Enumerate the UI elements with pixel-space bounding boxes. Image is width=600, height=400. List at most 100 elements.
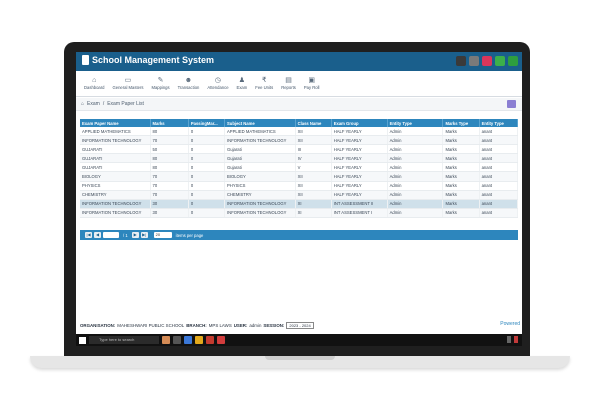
table-cell: HALF YEARLY <box>331 127 388 137</box>
table-cell: 80 <box>150 162 189 173</box>
windows-start-icon[interactable] <box>79 336 86 344</box>
column-header[interactable]: Marks Type <box>442 119 480 127</box>
table-cell: anant <box>479 135 519 146</box>
notification-icon[interactable] <box>456 56 466 66</box>
wrench-icon: ✎ <box>157 77 164 84</box>
taskbar-app-icon[interactable] <box>217 336 225 344</box>
taskbar-taskview-icon[interactable] <box>173 336 181 344</box>
table-cell: Marks <box>442 162 480 173</box>
toolbar-item-attendance[interactable]: ◷ Attendance <box>203 71 232 97</box>
user-value: admin <box>249 322 262 328</box>
tray-antivirus-icon[interactable] <box>514 336 518 343</box>
toolbar-item-label: Fee Units <box>255 85 274 90</box>
toolbar-item-pay-roll[interactable]: ▣ Pay Roll <box>300 71 324 97</box>
table-cell: XI <box>295 199 332 209</box>
main-toolbar: ⌂ Dashboard ▭ General Masters ✎ Mappings ☻ Tran… <box>76 71 522 97</box>
toolbar-item-label: General Masters <box>112 85 144 90</box>
app-header: School Management System <box>76 52 522 71</box>
table-cell: HALF YEARLY <box>331 190 388 200</box>
toolbar-item-reports[interactable]: ▤ Reports <box>277 71 300 97</box>
table-row[interactable]: INFORMATION TECHNOLOGY 30 0 INFORMATION TEC… <box>80 208 519 218</box>
breadcrumb: ⌂ Exam / Exam Paper List <box>81 101 144 107</box>
table-cell: 0 <box>188 153 226 164</box>
table-cell: 80 <box>150 127 189 137</box>
column-header[interactable]: Subject Name <box>224 119 296 127</box>
toolbar-item-transaction[interactable]: ☻ Transaction <box>174 71 204 97</box>
chat-icon[interactable] <box>495 56 505 66</box>
power-icon[interactable] <box>508 56 518 66</box>
table-cell: HALF YEARLY <box>331 171 388 182</box>
rupee-icon: ₹ <box>261 77 267 84</box>
table-cell: 70 <box>150 171 189 182</box>
page-number-input[interactable] <box>103 232 119 238</box>
column-header[interactable]: Exam Group <box>331 119 388 127</box>
breadcrumb-home[interactable]: Exam <box>87 101 100 107</box>
laptop-notch <box>265 356 335 360</box>
table-cell: XII <box>295 127 332 137</box>
taskbar-search[interactable]: Type here to search <box>89 336 159 344</box>
table-cell: 30 <box>150 199 189 209</box>
page-size-select[interactable]: 20 <box>153 232 172 238</box>
branch-label: BRANCH: <box>186 322 207 328</box>
taskbar-office-icon[interactable] <box>206 336 214 344</box>
taskbar-browser-icon[interactable] <box>184 336 192 344</box>
column-header[interactable]: PassingMar... <box>188 119 226 127</box>
table-row[interactable]: INFORMATION TECHNOLOGY 30 0 INFORMATION TEC… <box>80 199 519 209</box>
user-icon[interactable] <box>469 56 479 66</box>
column-header[interactable]: Entity Type <box>479 119 519 127</box>
taskbar-folder-icon[interactable] <box>195 336 203 344</box>
table-cell: Marks <box>442 208 480 218</box>
next-page-button[interactable]: ▶ <box>131 232 139 238</box>
toolbar-item-general-masters[interactable]: ▭ General Masters <box>109 71 148 97</box>
toolbar-item-fee-units[interactable]: ₹ Fee Units <box>251 71 277 97</box>
table-cell: Admin <box>387 153 444 164</box>
mail-icon[interactable] <box>482 56 492 66</box>
table-cell: anant <box>479 208 519 218</box>
org-value: MAHESHWARI PUBLIC SCHOOL <box>117 322 185 328</box>
last-page-button[interactable]: ▶| <box>140 232 148 238</box>
table-row[interactable]: GUJARATI 80 0 Gujarati V HALF YEARLY Admin Mark… <box>80 162 519 173</box>
toolbar-item-mappings[interactable]: ✎ Mappings <box>147 71 173 97</box>
toolbar-item-label: Exam <box>236 85 248 90</box>
table-cell: XII <box>295 190 332 200</box>
table-cell: INFORMATION TECHNOLOGY <box>224 208 296 218</box>
table-body: APPLIED MATHEMATICS 80 0 APPLIED MATHEMATIC… <box>80 127 519 218</box>
table-row[interactable]: INFORMATION TECHNOLOGY 70 0 INFORMATION TEC… <box>80 135 519 146</box>
table-cell: IV <box>295 153 332 164</box>
table-cell: INT ASSESSMENT I <box>331 208 388 218</box>
column-header[interactable]: Marks <box>150 119 189 127</box>
column-header[interactable]: Entity Type <box>387 119 444 127</box>
toolbar-item-dashboard[interactable]: ⌂ Dashboard <box>80 71 109 97</box>
page-count-text: / 1 <box>123 232 128 238</box>
table-row[interactable]: APPLIED MATHEMATICS 80 0 APPLIED MATHEMATIC… <box>80 127 519 137</box>
table-cell: XII <box>295 171 332 182</box>
column-header[interactable]: Exam Paper Name <box>80 119 151 127</box>
table-cell: 0 <box>188 190 226 200</box>
table-cell: BIOLOGY <box>224 171 296 182</box>
items-per-page-label: items per page <box>175 232 204 238</box>
app-brand[interactable]: School Management System <box>82 55 214 65</box>
table-row[interactable]: CHEMISTRY 70 0 CHEMISTRY XII HALF YEARLY Admin… <box>80 190 519 200</box>
powered-by-text: Powered <box>500 321 520 327</box>
table-cell: Marks <box>442 153 480 164</box>
first-page-button[interactable]: |◀ <box>85 232 92 238</box>
org-label: ORGANISATION: <box>80 322 116 328</box>
table-row[interactable]: BIOLOGY 70 0 BIOLOGY XII HALF YEARLY Admin Mark… <box>80 171 519 182</box>
home-icon[interactable]: ⌂ <box>81 101 84 107</box>
table-row[interactable]: GUJARATI 50 0 Gujarati III HALF YEARLY Admin Ma… <box>80 144 519 155</box>
add-button[interactable] <box>507 100 516 108</box>
table-cell: APPLIED MATHEMATICS <box>80 127 151 137</box>
table-cell: CHEMISTRY <box>80 190 151 200</box>
session-select[interactable]: 2023 - 2024 <box>286 321 314 329</box>
app-title: School Management System <box>92 55 215 65</box>
table-cell: Marks <box>442 199 480 209</box>
taskbar-app-icon[interactable] <box>162 336 170 344</box>
table-row[interactable]: GUJARATI 80 0 Gujarati IV HALF YEARLY Admin Mar… <box>80 153 519 164</box>
table-row[interactable]: PHYSICS 70 0 PHYSICS XII HALF YEARLY Admin Mark… <box>80 181 519 191</box>
people-icon: ♟ <box>238 77 246 84</box>
breadcrumb-bar: ⌂ Exam / Exam Paper List <box>76 98 522 111</box>
toolbar-item-exam[interactable]: ♟ Exam <box>233 71 252 97</box>
prev-page-button[interactable]: ◀ <box>94 232 101 238</box>
column-header[interactable]: Class Name <box>295 119 332 127</box>
tray-arrow-icon[interactable] <box>507 336 511 343</box>
